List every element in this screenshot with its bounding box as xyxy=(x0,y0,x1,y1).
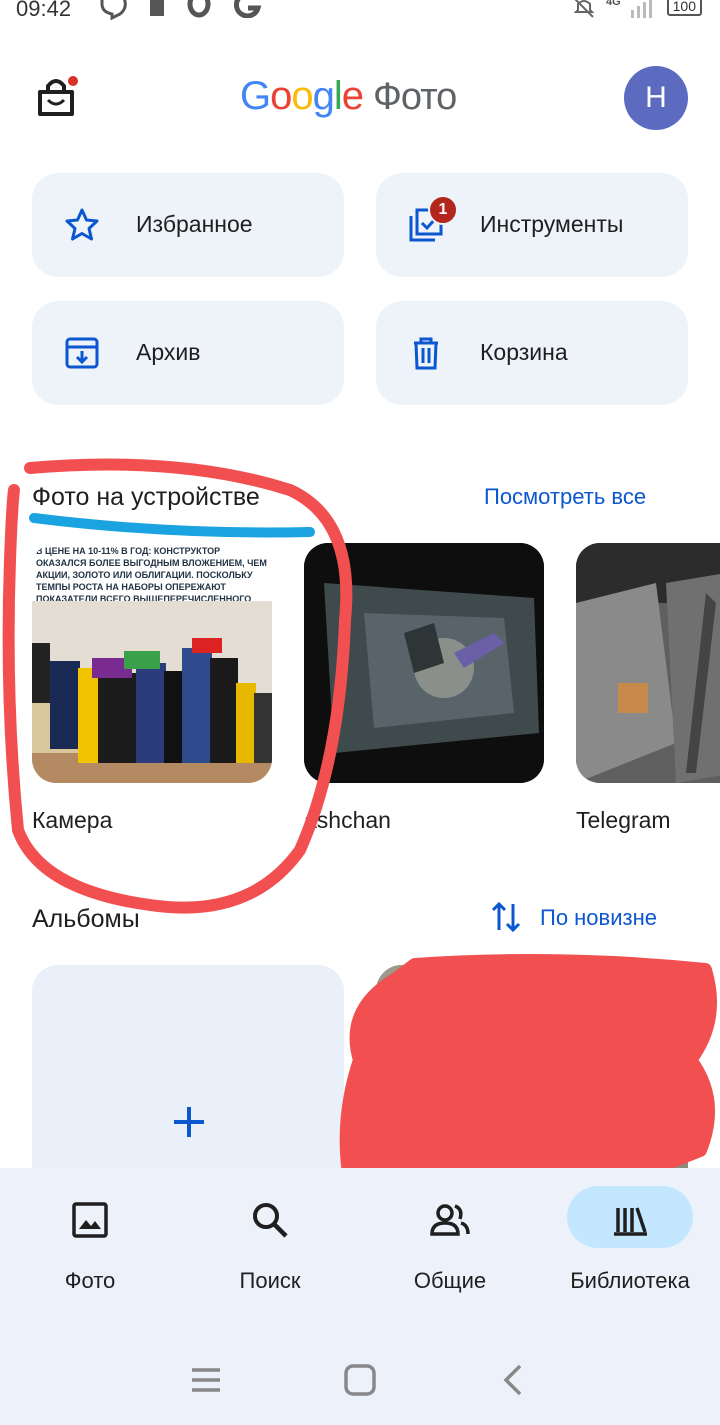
back-icon[interactable] xyxy=(494,1360,534,1400)
bottom-navigation: Фото Поиск Общие Библиотека xyxy=(0,1168,720,1328)
logo-letter: o xyxy=(291,74,313,118)
google-photos-logo: G o o g l e Фото xyxy=(240,74,457,119)
sort-button[interactable]: По новизне xyxy=(490,900,690,940)
car-seat-photo xyxy=(576,543,720,783)
video-screen-photo xyxy=(304,543,544,783)
trash-icon xyxy=(414,337,438,370)
status-bar: 09:42 4G 100 xyxy=(0,0,720,28)
system-status-icons: 4G 100 xyxy=(572,0,702,20)
nav-library[interactable]: Библиотека xyxy=(540,1192,720,1312)
tools-label: Инструменты xyxy=(480,211,624,237)
star-icon xyxy=(65,208,99,241)
folder-telegram[interactable]: Telegram xyxy=(576,543,720,833)
signal-icon xyxy=(630,0,652,18)
home-icon[interactable] xyxy=(340,1360,380,1400)
favorites-label: Избранное xyxy=(136,211,253,237)
status-time: 09:42 xyxy=(16,0,72,21)
trash-label: Корзина xyxy=(480,339,568,365)
blue-underline-annotation xyxy=(29,513,315,538)
plus-icon xyxy=(174,1107,204,1137)
nav-search-label: Поиск xyxy=(239,1268,301,1293)
people-icon xyxy=(430,1204,470,1236)
folder-label: Камера xyxy=(32,807,113,833)
nav-library-label: Библиотека xyxy=(570,1268,690,1293)
photo-icon xyxy=(72,1202,108,1238)
network-type-label: 4G xyxy=(605,0,621,8)
nav-search[interactable]: Поиск xyxy=(180,1192,360,1312)
albums-title: Альбомы xyxy=(32,905,140,933)
nav-sharing[interactable]: Общие xyxy=(360,1192,540,1312)
search-icon xyxy=(253,1203,288,1238)
notification-dot xyxy=(66,74,80,88)
battery-level: 100 xyxy=(666,0,702,16)
system-navigation-bar xyxy=(0,1328,720,1425)
folder-label: Telegram xyxy=(576,807,671,833)
favorites-tile[interactable]: Избранное xyxy=(32,173,344,277)
logo-letter: G xyxy=(240,74,271,118)
folder-label: ashchan xyxy=(304,807,391,833)
trash-tile[interactable]: Корзина xyxy=(376,301,688,405)
folder-ashchan[interactable]: ashchan xyxy=(304,543,544,833)
app-header: G o o g l e Фото Н xyxy=(0,60,720,136)
mute-icon xyxy=(573,0,595,18)
lego-boxes-photo xyxy=(32,601,272,783)
viber-icon xyxy=(100,0,127,20)
folder-thumbnail xyxy=(304,543,544,783)
view-all-link[interactable]: Посмотреть все xyxy=(484,484,646,510)
tools-tile[interactable]: 1 Инструменты xyxy=(376,173,688,277)
archive-label: Архив xyxy=(136,339,201,365)
device-photos-title: Фото на устройстве xyxy=(32,483,260,511)
print-store-button[interactable] xyxy=(34,74,80,120)
library-icon xyxy=(614,1207,647,1236)
logo-letter: o xyxy=(270,74,292,118)
folder-camera[interactable]: в цене на 10-11% в год: конструктор оказ… xyxy=(32,543,272,833)
sim-icon xyxy=(150,0,164,16)
logo-letter: e xyxy=(341,74,364,118)
archive-tile[interactable]: Архив xyxy=(32,301,344,405)
account-avatar[interactable]: Н xyxy=(624,66,688,130)
sort-label: По новизне xyxy=(540,905,657,930)
folder-thumbnail xyxy=(576,543,720,783)
nav-sharing-label: Общие xyxy=(413,1268,487,1293)
google-g-icon xyxy=(234,0,262,18)
logo-suffix: Фото xyxy=(373,76,457,118)
opera-icon xyxy=(187,0,211,18)
notification-icons xyxy=(98,0,262,20)
google-photos-library-screen: 09:42 4G 100 G o o g l e Фото Н Избранно… xyxy=(0,0,720,1425)
sort-arrows-icon xyxy=(491,901,521,933)
tools-badge: 1 xyxy=(428,195,458,225)
logo-letter: g xyxy=(312,74,335,118)
folder-thumbnail: в цене на 10-11% в год: конструктор оказ… xyxy=(32,543,272,783)
archive-icon xyxy=(65,337,99,369)
nav-photos[interactable]: Фото xyxy=(0,1192,180,1312)
recents-icon[interactable] xyxy=(186,1360,226,1400)
logo-letter: l xyxy=(333,74,343,118)
nav-photos-label: Фото xyxy=(64,1268,116,1293)
